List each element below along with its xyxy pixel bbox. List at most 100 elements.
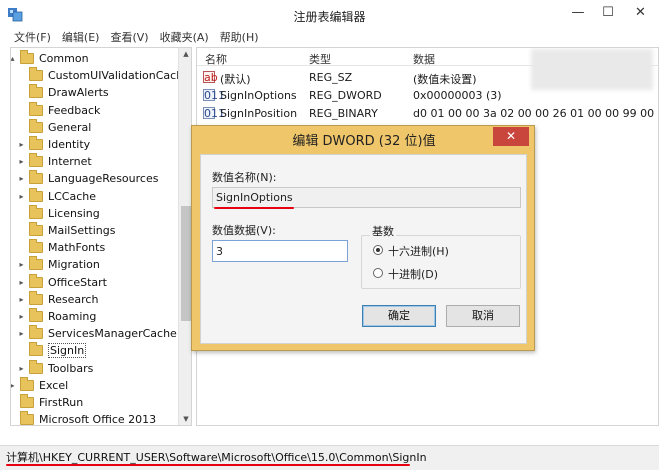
value-name: SignInPosition [220,107,298,120]
annotation-underline [6,464,410,466]
expand-arrow-icon[interactable]: ▸ [17,174,26,183]
status-bar: 计算机\HKEY_CURRENT_USER\Software\Microsoft… [0,445,659,470]
tree-item[interactable]: DrawAlerts [17,84,109,101]
binary-value-icon: 011 [203,107,225,120]
tree-item[interactable]: Microsoft Office 2013 [11,411,156,425]
folder-icon [29,308,43,322]
decimal-label[interactable]: 十进制(D) [388,266,438,282]
value-name-label: 数值名称(N): [212,171,277,184]
folder-icon [29,153,43,168]
expand-arrow-icon[interactable]: ▸ [11,381,17,390]
close-button[interactable]: ✕ [624,0,657,24]
tree-item[interactable]: ▸ LCCache [17,187,97,205]
tree-item[interactable]: ▸ ServicesManagerCache [17,325,177,342]
value-data: d0 01 00 00 3a 02 00 00 26 01 00 00 99 0… [413,107,659,120]
tree-item[interactable]: ▸ Toolbars [17,359,94,377]
ok-button[interactable]: 确定 [362,305,436,327]
base-label: 基数 [370,223,396,239]
expand-arrow-icon[interactable]: ▸ [17,364,26,373]
value-name: (默认) [220,73,251,86]
tree-item[interactable]: ▸ Migration [17,256,100,273]
tree-item[interactable]: ▸ Roaming [17,308,96,325]
value-name: SignInOptions [220,89,297,102]
tree-item[interactable]: Feedback [17,101,101,119]
tree-item-label: Research [48,292,99,306]
hex-radio[interactable] [373,245,383,255]
tree-item[interactable]: ▸ Identity [17,136,90,153]
cancel-button[interactable]: 取消 [446,305,520,327]
folder-icon [29,256,43,271]
tree-item[interactable]: ▸ Excel [11,376,69,394]
tree-item[interactable]: MailSettings [17,222,115,239]
tree-scrollbar[interactable]: ▲ ▼ [178,48,191,425]
tree-item-label: Licensing [48,206,100,220]
tree-item[interactable]: Licensing [17,204,100,222]
column-name[interactable]: 名称 [205,51,227,67]
tree-item-label: OfficeStart [48,275,107,289]
scroll-up-icon[interactable]: ▲ [179,48,191,60]
tree-item[interactable]: FirstRun [11,394,84,411]
string-value-icon: ab [203,71,218,84]
tree-item[interactable]: CustomUIValidationCache [17,67,190,84]
folder-icon [29,342,43,357]
value-type: REG_SZ [309,71,353,84]
annotation-underline [214,207,294,209]
menu-file[interactable]: 文件(F) [14,30,51,46]
value-name-field[interactable] [212,187,521,208]
dialog-close-button[interactable]: ✕ [493,127,529,146]
dialog-body: 数值名称(N): 数值数据(V): 基数 十六进制(H) 十进制(D) 确定 取… [200,154,527,344]
column-type[interactable]: 类型 [309,51,331,67]
tree-item[interactable]: SignIn [17,342,87,359]
scrollbar-thumb[interactable] [181,206,191,321]
value-row[interactable]: ab (默认) REG_SZ (数值未设置) [197,69,658,86]
tree-item[interactable]: General [17,118,91,136]
maximize-button[interactable]: ☐ [594,0,622,24]
title-bar: 注册表编辑器 — ☐ ✕ [0,0,659,30]
menu-bar: 文件(F) 编辑(E) 查看(V) 收藏夹(A) 帮助(H) [0,30,659,46]
hex-label[interactable]: 十六进制(H) [388,243,449,259]
tree-item[interactable]: ▸ LanguageResources [17,170,158,187]
scroll-down-icon[interactable]: ▼ [179,413,191,425]
tree-item[interactable]: MathFonts [17,239,105,256]
expand-arrow-icon[interactable]: ▴ [11,54,17,63]
expand-arrow-icon[interactable]: ▸ [17,260,26,269]
column-data[interactable]: 数据 [413,51,435,67]
expand-arrow-icon[interactable]: ▸ [17,329,26,338]
tree-item[interactable]: ▴ Common [11,50,89,67]
value-data-label: 数值数据(V): [212,224,276,237]
tree-item-label: Toolbars [48,361,94,375]
folder-icon [29,273,43,288]
menu-favorites[interactable]: 收藏夹(A) [160,30,209,46]
tree-item[interactable]: ▸ Research [17,290,99,308]
folder-icon [29,170,43,185]
tree-item-label: Common [39,52,89,65]
tree-item[interactable]: ▸ OfficeStart [17,273,107,291]
expand-arrow-icon[interactable]: ▸ [17,140,26,149]
value-row[interactable]: 011 SignInPosition REG_BINARY d0 01 00 0… [197,105,659,122]
expand-arrow-icon[interactable]: ▸ [17,157,26,166]
menu-view[interactable]: 查看(V) [110,30,148,46]
tree-item-label: Internet [48,155,92,169]
menu-edit[interactable]: 编辑(E) [62,30,100,46]
tree-item-label: ServicesManagerCache [48,327,177,341]
value-data-field[interactable] [212,240,348,262]
tree-item[interactable]: ▸ Internet [17,153,92,170]
tree-item-label: Feedback [48,103,101,117]
folder-icon [29,325,43,340]
expand-arrow-icon[interactable]: ▸ [17,295,26,304]
folder-icon [29,204,43,219]
decimal-radio[interactable] [373,268,383,278]
expand-arrow-icon[interactable]: ▸ [17,192,26,201]
tree-item-label: LCCache [48,189,97,203]
value-row[interactable]: 011 SignInOptions REG_DWORD 0x00000003 (… [197,87,658,104]
expand-arrow-icon[interactable]: ▸ [17,278,26,287]
tree-item-label: FirstRun [39,396,84,409]
minimize-button[interactable]: — [564,0,592,24]
menu-help[interactable]: 帮助(H) [220,30,259,46]
tree-item-label: MathFonts [48,241,106,255]
dialog-title: 编辑 DWORD (32 位)值 [292,134,436,149]
expand-arrow-icon[interactable]: ▸ [17,312,26,321]
tree-item-label: DrawAlerts [48,86,109,100]
tree-item-label: Excel [39,378,69,392]
folder-icon [20,376,34,391]
